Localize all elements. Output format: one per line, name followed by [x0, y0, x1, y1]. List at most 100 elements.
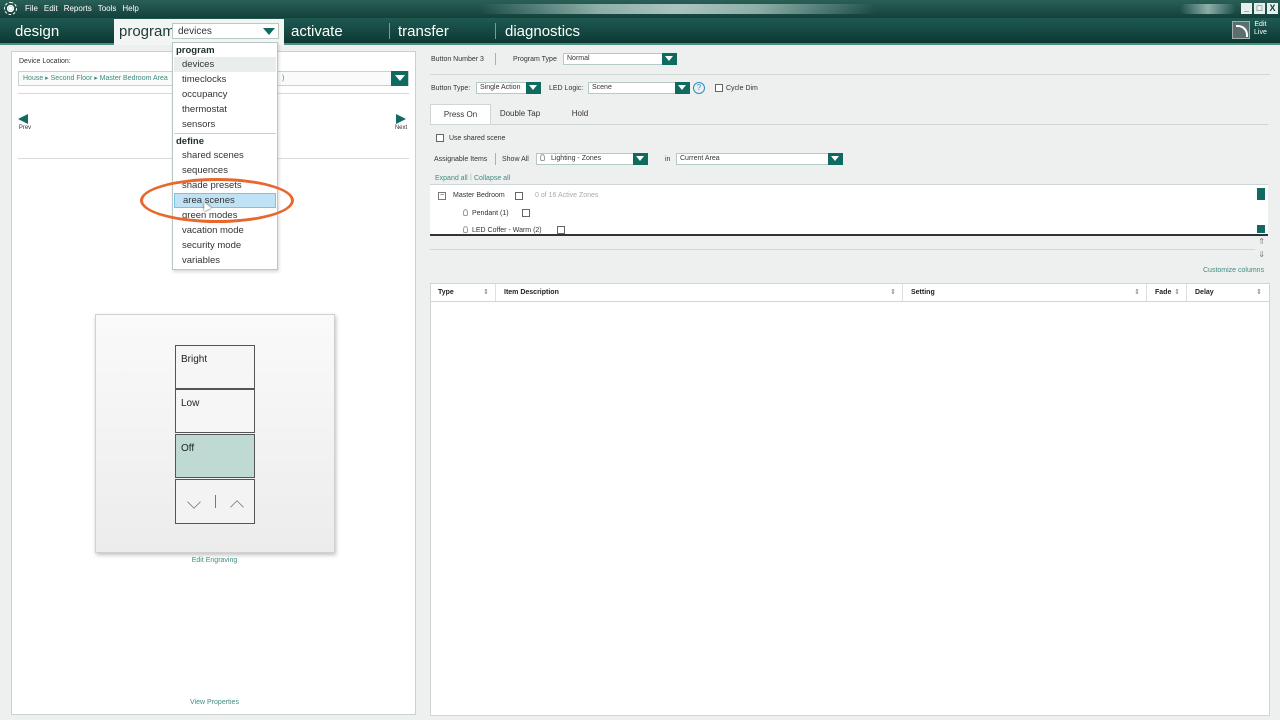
link-separator: | — [470, 174, 472, 181]
program-type-value: Normal — [567, 55, 590, 62]
tree-root-status: 0 of 16 Active Zones — [535, 192, 599, 199]
menu-item-devices[interactable]: devices — [174, 57, 276, 72]
tree-item-label: Pendant (1) — [472, 210, 509, 217]
grid-header-setting[interactable]: Setting ⇕ — [904, 284, 1147, 301]
menu-tools[interactable]: Tools — [98, 4, 117, 13]
tab-diagnostics[interactable]: diagnostics — [505, 23, 580, 40]
menu-item-vacation-mode[interactable]: vacation mode — [174, 223, 276, 238]
title-glow-bar — [480, 4, 875, 14]
program-type-select[interactable]: Normal — [563, 53, 677, 65]
scroll-down-button[interactable] — [1257, 225, 1265, 233]
menu-item-sensors[interactable]: sensors — [174, 117, 276, 132]
tab-transfer[interactable]: transfer — [398, 23, 449, 40]
cycle-dim-checkbox[interactable] — [715, 84, 723, 92]
help-icon[interactable]: ? — [693, 82, 705, 94]
assignable-items-label: Assignable Items — [434, 156, 488, 163]
tab-double-tap[interactable]: Double Tap — [491, 104, 549, 124]
program-select[interactable]: devices — [172, 23, 279, 39]
cycle-dim-label: Cycle Dim — [726, 85, 758, 92]
customize-columns-link[interactable]: Customize columns — [1203, 267, 1264, 274]
program-type-label: Program Type — [513, 56, 557, 63]
use-shared-scene-checkbox[interactable] — [436, 134, 444, 142]
maximize-button[interactable]: □ — [1254, 3, 1265, 14]
menu-item-timeclocks[interactable]: timeclocks — [174, 72, 276, 87]
tree-root-checkbox[interactable] — [515, 192, 523, 200]
view-properties-link[interactable]: View Properties — [12, 699, 417, 706]
tree-item-checkbox[interactable] — [557, 226, 565, 234]
close-button[interactable]: X — [1267, 3, 1278, 14]
chevron-down-icon — [675, 82, 690, 94]
keypad-button-off[interactable]: Off — [175, 434, 255, 478]
button-type-label: Button Type: — [431, 85, 471, 92]
edit-live-label[interactable]: Edit Live — [1254, 21, 1267, 37]
tab-activate[interactable]: activate — [291, 23, 343, 40]
menu-reports[interactable]: Reports — [64, 4, 92, 13]
grid-header-fade[interactable]: Fade ⇕ — [1148, 284, 1187, 301]
rocker-divider — [215, 495, 216, 508]
chevron-up-icon[interactable] — [230, 500, 244, 514]
edit-engraving-link[interactable]: Edit Engraving — [12, 557, 417, 564]
keypad-button-low[interactable]: Low — [175, 389, 255, 433]
tree-item-checkbox[interactable] — [522, 209, 530, 217]
keypad-button-bright[interactable]: Bright — [175, 345, 255, 389]
menu-item-variables[interactable]: variables — [174, 253, 276, 268]
scroll-up-button[interactable] — [1257, 188, 1265, 200]
tab-program-label: program — [119, 23, 175, 40]
next-button[interactable]: Next — [393, 114, 409, 131]
area-select[interactable]: Current Area — [676, 153, 843, 165]
menu-item-sequences[interactable]: sequences — [174, 163, 276, 178]
filter-select[interactable]: Lighting - Zones — [536, 153, 648, 165]
menu-item-security-mode[interactable]: security mode — [174, 238, 276, 253]
menu-edit[interactable]: Edit — [44, 4, 58, 13]
use-shared-scene-label: Use shared scene — [449, 135, 506, 142]
button-number-label: Button Number 3 — [431, 56, 484, 63]
divider — [430, 74, 1270, 75]
menu-file[interactable]: File — [25, 4, 38, 13]
prev-label: Prev — [18, 125, 32, 131]
highlight-ring-annotation — [140, 178, 294, 223]
menu-help[interactable]: Help — [122, 4, 138, 13]
arrow-left-icon — [18, 114, 28, 124]
programming-panel: Button Number 3 Program Type Normal Butt… — [430, 46, 1270, 716]
led-logic-select[interactable]: Scene — [588, 82, 690, 94]
tab-press-on[interactable]: Press On — [430, 104, 491, 124]
nav-divider — [495, 23, 496, 39]
app-logo-icon — [4, 2, 17, 15]
chevron-down-icon — [828, 153, 843, 165]
chevron-down-icon — [633, 153, 648, 165]
collapse-toggle[interactable]: − — [438, 192, 446, 200]
sort-icon: ⇕ — [483, 289, 489, 296]
keypad-rocker[interactable] — [175, 479, 255, 524]
grid-header-type[interactable]: Type ⇕ — [431, 284, 496, 301]
menu-item-thermostat[interactable]: thermostat — [174, 102, 276, 117]
area-value: Current Area — [680, 155, 720, 162]
window-controls: _ □ X — [1241, 3, 1278, 14]
sort-icon: ⇕ — [890, 289, 896, 296]
grid-header-label: Delay — [1195, 289, 1214, 296]
scene-grid: Type ⇕ Item Description ⇕ Setting ⇕ Fade ⇕ D… — [430, 283, 1270, 716]
divider — [430, 249, 1255, 250]
sort-icon: ⇕ — [1174, 289, 1180, 296]
collapse-all-link[interactable]: Collapse all — [474, 175, 510, 182]
bulb-icon — [463, 226, 468, 233]
arrow-right-icon — [396, 114, 406, 124]
minimize-button[interactable]: _ — [1241, 3, 1252, 14]
menu-item-shared-scenes[interactable]: shared scenes — [174, 148, 276, 163]
grid-header-item-description[interactable]: Item Description ⇕ — [497, 284, 903, 301]
chevron-down-icon — [662, 53, 677, 65]
chevron-down-icon[interactable] — [187, 495, 201, 509]
expand-all-link[interactable]: Expand all — [435, 175, 468, 182]
prev-button[interactable]: Prev — [18, 114, 32, 131]
move-up-icon[interactable]: ⇑ — [1258, 238, 1265, 246]
grid-header-divider — [431, 301, 1269, 302]
tab-design[interactable]: design — [15, 23, 59, 40]
tab-hold[interactable]: Hold — [549, 104, 611, 124]
tab-underline — [430, 124, 1268, 125]
tree-root-label: Master Bedroom — [453, 192, 505, 199]
grid-header-delay[interactable]: Delay ⇕ — [1188, 284, 1268, 301]
menu-item-occupancy[interactable]: occupancy — [174, 87, 276, 102]
chevron-down-icon[interactable] — [391, 71, 408, 86]
edit-live-icon[interactable] — [1232, 21, 1250, 39]
button-type-select[interactable]: Single Action — [476, 82, 541, 94]
move-down-icon[interactable]: ⇓ — [1258, 251, 1265, 259]
